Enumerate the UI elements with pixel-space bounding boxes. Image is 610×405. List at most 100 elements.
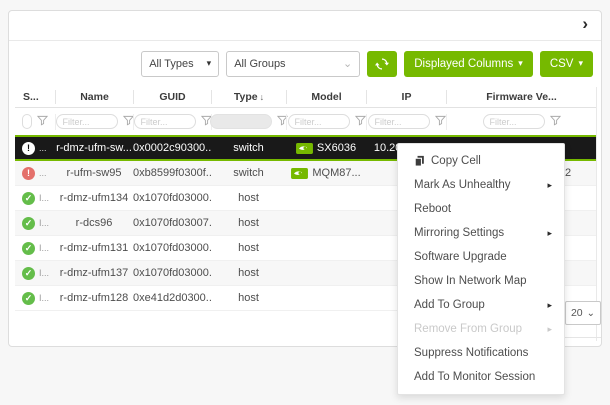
severity-label: I... <box>39 243 49 253</box>
table-filter-row <box>15 108 596 135</box>
toolbar: All Types ▾ All Groups ⌄ Displayed Colum… <box>9 41 601 86</box>
name-cell: r-ufm-sw95 <box>55 167 133 179</box>
ok-severity-icon: ✓ <box>22 242 35 255</box>
type-cell: host <box>211 192 286 204</box>
menu-item-label: Add To Group <box>414 299 485 311</box>
column-header-model[interactable]: Model <box>286 90 366 104</box>
type-filter-input <box>210 114 272 129</box>
guid-cell: 0xe41d2d0300... <box>133 292 211 304</box>
devices-page: › All Types ▾ All Groups ⌄ Displayed Col… <box>0 0 610 405</box>
model-label: SX6036 <box>317 142 356 154</box>
menu-item-show-in-network-map[interactable]: Show In Network Map <box>398 269 564 293</box>
menu-item-add-to-group[interactable]: Add To Group ▸ <box>398 293 564 317</box>
severity-cell: ✓ I... <box>15 267 55 280</box>
table-header-row: S... Name GUID Type↓ Model IP Firmware V… <box>15 87 596 108</box>
severity-label: I... <box>39 193 49 203</box>
submenu-arrow-icon: ▸ <box>547 180 552 191</box>
menu-item-suppress-notifications[interactable]: Suppress Notifications <box>398 341 564 365</box>
menu-item-label: Suppress Notifications <box>414 347 528 359</box>
name-cell: r-dmz-ufm131 <box>55 242 133 254</box>
menu-item-label: Show In Network Map <box>414 275 527 287</box>
collapse-panel-icon[interactable]: › <box>582 14 588 34</box>
ok-severity-icon: ✓ <box>22 192 35 205</box>
severity-label: I... <box>39 293 49 303</box>
name-cell: r-dcs96 <box>55 217 133 229</box>
severity-cell: ✓ I... <box>15 192 55 205</box>
severity-label: ... <box>39 143 47 153</box>
submenu-arrow-icon: ▸ <box>547 228 552 239</box>
severity-cell: !... <box>15 167 55 180</box>
funnel-filter-icon[interactable] <box>550 113 561 131</box>
name-cell: r-dmz-ufm134 <box>55 192 133 204</box>
severity-label: ... <box>39 168 47 178</box>
column-header-severity[interactable]: S... <box>15 91 55 103</box>
menu-item-mark-as-unhealthy[interactable]: Mark As Unhealthy ▸ <box>398 173 564 197</box>
menu-item-reboot[interactable]: Reboot <box>398 197 564 221</box>
name-cell: r-dmz-ufm128 <box>55 292 133 304</box>
type-cell: host <box>211 242 286 254</box>
menu-item-label: Mirroring Settings <box>414 227 504 239</box>
group-filter-value: All Groups <box>234 58 285 70</box>
menu-item-label: Reboot <box>414 203 451 215</box>
menu-item-remove-from-group: Remove From Group▸ <box>398 317 564 341</box>
model-filter-input[interactable] <box>288 114 350 129</box>
menu-item-software-upgrade[interactable]: Software Upgrade <box>398 245 564 269</box>
severity-cell: ✓ I... <box>15 242 55 255</box>
guid-cell: 0x1070fd03000... <box>133 267 211 279</box>
type-filter-select[interactable]: All Types ▾ <box>141 51 219 77</box>
model-label: MQM87... <box>312 167 360 179</box>
csv-button[interactable]: CSV ▾ <box>540 51 593 77</box>
nvidia-logo-icon <box>291 168 308 179</box>
type-cell: switch <box>211 167 286 179</box>
menu-item-add-to-monitor-session[interactable]: Add To Monitor Session <box>398 365 564 389</box>
menu-item-label: Copy Cell <box>431 155 481 167</box>
page-size-select[interactable]: 20 ⌄ <box>565 301 601 325</box>
error-severity-icon: ! <box>22 167 35 180</box>
menu-item-label: Mark As Unhealthy <box>414 179 511 191</box>
guid-cell: 0x1070fd03007... <box>133 217 211 229</box>
column-header-type[interactable]: Type↓ <box>211 90 286 104</box>
column-header-firmware[interactable]: Firmware Ve... <box>446 90 596 104</box>
name-filter-input[interactable] <box>56 114 118 129</box>
submenu-arrow-icon: ▸ <box>547 300 552 311</box>
refresh-button[interactable] <box>367 51 397 77</box>
funnel-filter-icon[interactable] <box>37 113 48 131</box>
guid-cell: 0x1070fd03000... <box>133 192 211 204</box>
column-header-name[interactable]: Name <box>55 90 133 104</box>
type-cell: host <box>211 292 286 304</box>
guid-cell: 0x1070fd03000... <box>133 242 211 254</box>
displayed-columns-button[interactable]: Displayed Columns ▾ <box>404 51 533 77</box>
type-cell: switch <box>211 142 286 154</box>
menu-item-mirroring-settings[interactable]: Mirroring Settings ▸ <box>398 221 564 245</box>
guid-cell: 0x0002c90300... <box>133 142 211 154</box>
submenu-arrow-icon: ▸ <box>547 324 552 335</box>
guid-filter-input[interactable] <box>134 114 196 129</box>
caret-down-icon: ▾ <box>578 58 583 69</box>
guid-cell: 0xb8599f0300f... <box>133 167 211 179</box>
funnel-filter-icon[interactable] <box>123 113 134 131</box>
nvidia-logo-icon <box>296 143 313 154</box>
chevron-down-icon: ⌄ <box>343 57 352 70</box>
ok-severity-icon: ✓ <box>22 217 35 230</box>
firmware-filter-input[interactable] <box>483 114 545 129</box>
funnel-filter-icon[interactable] <box>355 113 366 131</box>
ip-filter-input[interactable] <box>368 114 430 129</box>
name-cell: r-dmz-ufm-sw... <box>55 142 133 154</box>
type-cell: host <box>211 267 286 279</box>
refresh-icon <box>375 57 389 71</box>
type-cell: host <box>211 217 286 229</box>
menu-item-copy-cell[interactable]: Copy Cell <box>398 149 564 173</box>
column-header-ip[interactable]: IP <box>366 90 446 104</box>
group-filter-select[interactable]: All Groups ⌄ <box>226 51 360 77</box>
type-filter-value: All Types <box>149 58 193 70</box>
severity-cell: ✓I... <box>15 217 55 230</box>
panel-topbar: › <box>9 11 601 41</box>
severity-label: I... <box>39 268 49 278</box>
copy-icon <box>414 155 425 167</box>
ok-severity-icon: ✓ <box>22 292 35 305</box>
ok-severity-icon: ✓ <box>22 267 35 280</box>
severity-filter-input[interactable] <box>22 114 32 129</box>
column-header-guid[interactable]: GUID <box>133 90 211 104</box>
funnel-filter-icon[interactable] <box>435 113 446 131</box>
name-cell: r-dmz-ufm137 <box>55 267 133 279</box>
